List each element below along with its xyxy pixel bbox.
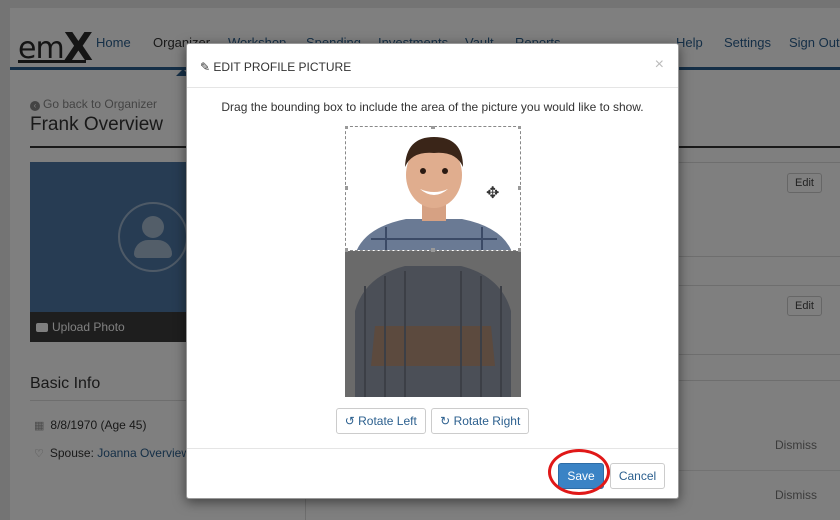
close-icon[interactable]: ×: [655, 56, 664, 74]
crop-handle-top-left[interactable]: [345, 126, 348, 129]
crop-handle-top[interactable]: [431, 126, 435, 129]
rotate-right-label: Rotate Right: [453, 414, 521, 428]
crop-handle-left[interactable]: [345, 186, 348, 190]
crop-bounding-box[interactable]: ✥: [345, 126, 521, 251]
rotate-controls: ↺ Rotate Left ↻ Rotate Right: [187, 408, 678, 434]
modal-title-text: EDIT PROFILE PICTURE: [213, 60, 352, 74]
crop-instructions: Drag the bounding box to include the are…: [221, 100, 644, 114]
rotate-left-label: Rotate Left: [358, 414, 417, 428]
image-crop-area[interactable]: ✥: [345, 126, 521, 397]
pencil-icon: ✎: [200, 60, 211, 74]
crop-handle-bottom-left[interactable]: [345, 248, 348, 252]
save-highlight-annotation: [548, 449, 610, 495]
crop-handle-bottom-right[interactable]: [518, 248, 521, 252]
crop-handle-bottom[interactable]: [431, 248, 435, 252]
modal-title: ✎ EDIT PROFILE PICTURE: [200, 60, 351, 74]
crop-handle-top-right[interactable]: [518, 126, 521, 129]
cancel-button[interactable]: Cancel: [610, 463, 665, 489]
crop-handle-right[interactable]: [518, 186, 521, 190]
modal-header: ✎ EDIT PROFILE PICTURE ×: [187, 44, 678, 88]
rotate-left-button[interactable]: ↺ Rotate Left: [335, 408, 426, 434]
rotate-right-button[interactable]: ↻ Rotate Right: [431, 408, 530, 434]
rotate-right-icon: ↻: [440, 414, 451, 428]
move-icon: ✥: [486, 185, 500, 202]
rotate-left-icon: ↺: [344, 414, 355, 428]
edit-profile-picture-modal: ✎ EDIT PROFILE PICTURE × Drag the boundi…: [186, 43, 679, 499]
